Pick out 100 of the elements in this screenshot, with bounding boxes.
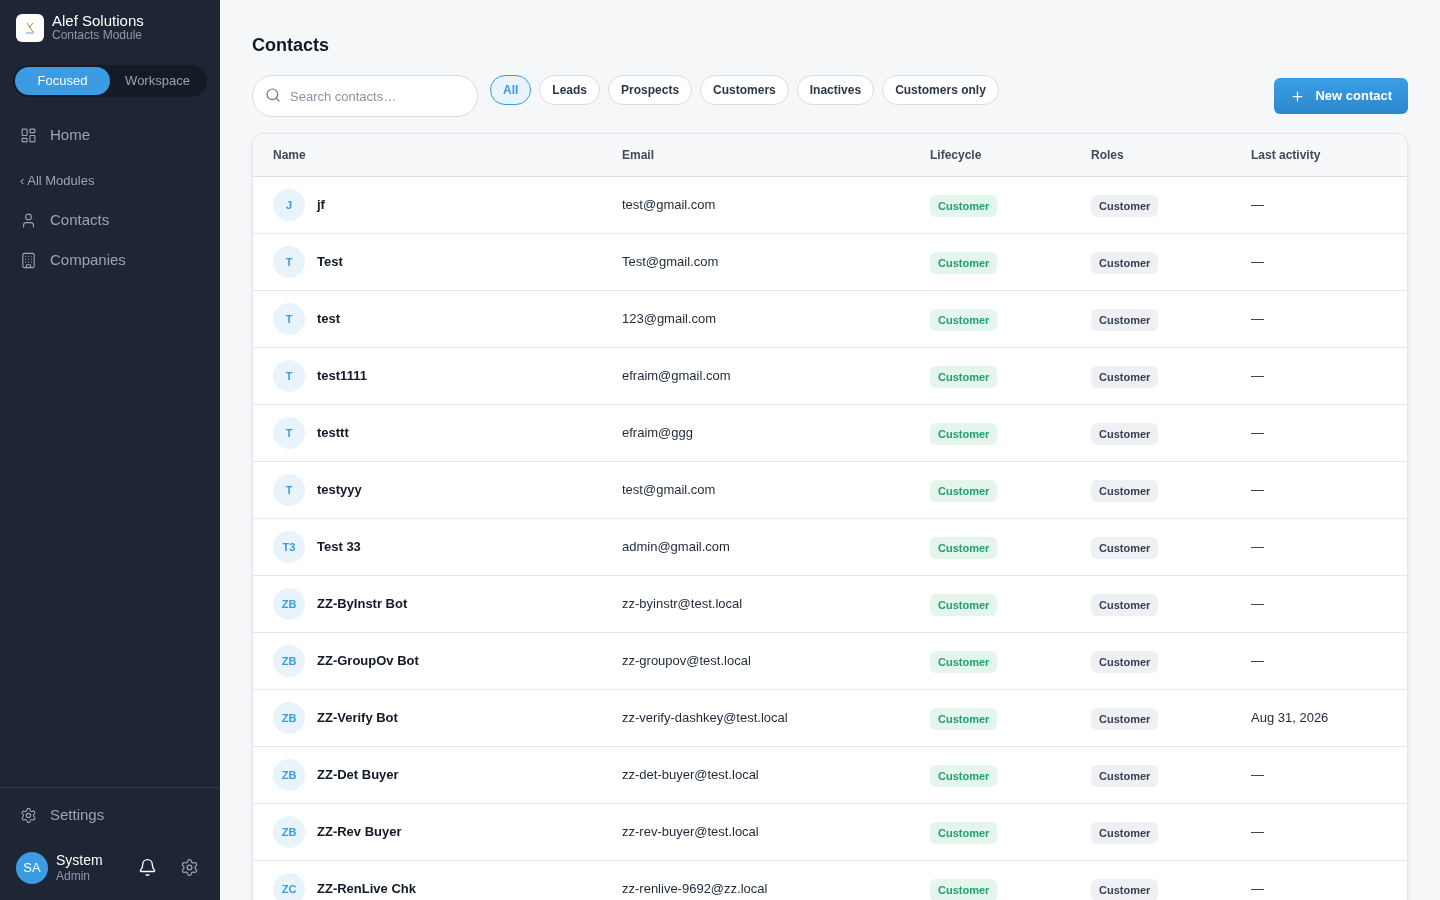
lifecycle-badge: Customer <box>930 879 998 900</box>
contact-name: ZZ-Verify Bot <box>317 709 398 728</box>
role-badge: Customer <box>1091 822 1159 845</box>
role-badge: Customer <box>1091 879 1159 900</box>
filter-chip[interactable]: Customers <box>700 75 789 105</box>
email-cell-text: test@gmail.com <box>622 196 716 215</box>
contact-avatar: ZB <box>273 702 305 734</box>
brand-title: Alef Solutions <box>52 13 144 28</box>
column-header: Last activity <box>1251 147 1321 164</box>
contact-avatar: T3 <box>273 531 305 563</box>
nav-item[interactable]: Contacts <box>0 204 220 236</box>
contact-avatar: ZB <box>273 645 305 677</box>
contact-name: Test 33 <box>317 538 361 557</box>
contact-avatar: T <box>273 360 305 392</box>
role-badge: Customer <box>1091 708 1159 731</box>
role-badge: Customer <box>1091 765 1159 788</box>
lifecycle-badge: Customer <box>930 480 998 503</box>
bell-icon <box>137 858 157 878</box>
brand-subtitle: Contacts Module <box>52 28 144 43</box>
last-activity-cell-text: — <box>1251 766 1264 785</box>
contact-avatar: ZC <box>273 873 305 900</box>
settings-icon <box>179 858 199 878</box>
role-badge: Customer <box>1091 309 1159 332</box>
role-badge: Customer <box>1091 195 1159 218</box>
role-badge: Customer <box>1091 594 1159 617</box>
email-cell-text: efraim@ggg <box>622 424 693 443</box>
lifecycle-badge: Customer <box>930 309 998 332</box>
email-cell-text: test@gmail.com <box>622 481 716 500</box>
email-cell-text: zz-renlive-9692@zz.local <box>622 880 768 899</box>
last-activity-cell-text: — <box>1251 253 1264 272</box>
contact-avatar: ZB <box>273 816 305 848</box>
nav-item[interactable]: Home <box>0 119 220 151</box>
lifecycle-badge: Customer <box>930 765 998 788</box>
filter-chip[interactable]: Prospects <box>608 75 693 105</box>
last-activity-cell-text: Aug 31, 2026 <box>1251 709 1329 728</box>
contact-avatar: T <box>273 417 305 449</box>
email-cell-text: Test@gmail.com <box>622 253 719 272</box>
last-activity-cell-text: — <box>1251 823 1264 842</box>
column-header: Name <box>273 147 306 164</box>
contact-name: test <box>317 310 341 329</box>
last-activity-cell-text: — <box>1251 595 1264 614</box>
nav-item[interactable]: Settings <box>0 799 220 832</box>
contact-name: ZZ-Rev Buyer <box>317 823 402 842</box>
contact-name: ZZ-RenLive Chk <box>317 880 416 899</box>
email-cell-text: zz-groupov@test.local <box>622 652 751 671</box>
role-badge: Customer <box>1091 651 1159 674</box>
email-cell-text: zz-det-buyer@test.local <box>622 766 759 785</box>
lifecycle-badge: Customer <box>930 594 998 617</box>
last-activity-cell-text: — <box>1251 880 1264 899</box>
last-activity-cell-text: — <box>1251 424 1264 443</box>
dashboard-grid-icon <box>20 126 37 144</box>
role-badge: Customer <box>1091 480 1159 503</box>
lifecycle-badge: Customer <box>930 252 998 275</box>
contact-avatar: T <box>273 303 305 335</box>
column-header: Lifecycle <box>930 147 982 164</box>
new-contact-button[interactable]: New contact <box>1274 78 1408 114</box>
back-link[interactable]: ‹ All Modules <box>20 170 95 191</box>
user-role: Admin <box>56 869 91 884</box>
lifecycle-badge: Customer <box>930 195 998 218</box>
filter-chip[interactable]: Inactives <box>796 75 875 105</box>
contact-name: jf <box>317 196 325 215</box>
settings-icon <box>20 807 37 824</box>
contact-name: test1111 <box>317 367 367 386</box>
role-badge: Customer <box>1091 252 1159 275</box>
page-title: Contacts <box>252 34 330 56</box>
role-badge: Customer <box>1091 537 1159 560</box>
contact-name: ZZ-GroupOv Bot <box>317 652 419 671</box>
contact-avatar: ZB <box>273 588 305 620</box>
email-cell-text: zz-rev-buyer@test.local <box>622 823 759 842</box>
lifecycle-badge: Customer <box>930 822 998 845</box>
search-icon <box>265 87 281 103</box>
contact-name: ZZ-ByInstr Bot <box>317 595 408 614</box>
column-header: Email <box>622 147 654 164</box>
last-activity-cell-text: — <box>1251 538 1264 557</box>
person-icon <box>20 211 37 229</box>
lifecycle-badge: Customer <box>930 423 998 446</box>
plus-icon <box>1290 88 1306 104</box>
filter-chip[interactable]: Customers only <box>882 75 999 105</box>
email-cell-text: zz-byinstr@test.local <box>622 595 743 614</box>
last-activity-cell-text: — <box>1251 196 1264 215</box>
email-cell-text: 123@gmail.com <box>622 310 717 329</box>
last-activity-cell-text: — <box>1251 367 1264 386</box>
filter-chip[interactable]: Leads <box>539 75 601 105</box>
column-header: Roles <box>1091 147 1124 164</box>
last-activity-cell-text: — <box>1251 310 1264 329</box>
email-cell-text: zz-verify-dashkey@test.local <box>622 709 788 728</box>
email-cell-text: efraim@gmail.com <box>622 367 731 386</box>
building-icon <box>20 251 37 269</box>
last-activity-cell-text: — <box>1251 652 1264 671</box>
lifecycle-badge: Customer <box>930 537 998 560</box>
lifecycle-badge: Customer <box>930 366 998 389</box>
mode-tab[interactable]: Workspace <box>110 67 205 95</box>
search-field[interactable]: Search contacts… <box>252 75 478 117</box>
contact-name: ZZ-Det Buyer <box>317 766 399 785</box>
nav-item[interactable]: Companies <box>0 244 220 276</box>
user-name: System <box>56 851 103 869</box>
lifecycle-badge: Customer <box>930 708 998 731</box>
contact-avatar: T <box>273 246 305 278</box>
user-avatar: SA <box>16 851 48 884</box>
contact-avatar: ZB <box>273 759 305 791</box>
